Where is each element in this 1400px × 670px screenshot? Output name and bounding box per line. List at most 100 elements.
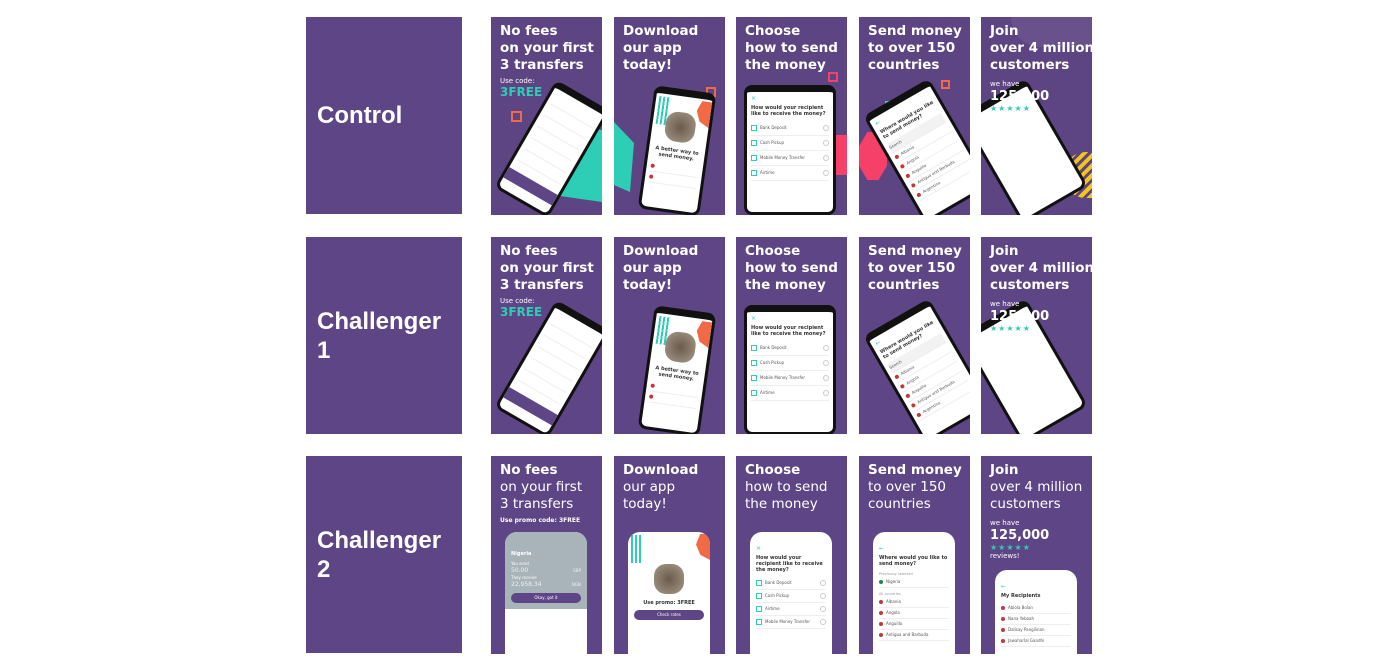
screenshot-card-send[interactable]: Send money to over 150 countries ← Where wou…: [859, 237, 970, 434]
screenshot-card-join[interactable]: Join over 4 million customers we have 125,00…: [981, 456, 1092, 654]
screenshot-card-download[interactable]: Download our app today! A better way to sen…: [614, 237, 725, 434]
close-icon[interactable]: ×: [756, 546, 826, 552]
country-item[interactable]: Albania: [879, 597, 949, 608]
back-arrow-icon[interactable]: ←: [879, 546, 949, 552]
country-item[interactable]: Antigua and Barbuda: [879, 630, 949, 641]
flag-icon: [1001, 617, 1005, 621]
country-item[interactable]: Anguilla: [879, 619, 949, 630]
item-label: Abiola Bolan: [1008, 605, 1033, 610]
screenshot-card-choose[interactable]: Choose how to send the money × How would you…: [736, 237, 847, 434]
country-item[interactable]: Nigeria: [879, 577, 949, 588]
delivery-option[interactable]: Bank Deposit: [756, 577, 826, 590]
screenshot-card-download[interactable]: Download our app today! A better way to sen…: [614, 17, 725, 215]
delivery-option[interactable]: Airtime: [751, 386, 829, 401]
item-label: Airtime: [760, 390, 775, 395]
orange-square-shape: [511, 111, 522, 122]
radio-button[interactable]: [823, 170, 829, 176]
radio-button[interactable]: [823, 360, 829, 366]
headline-line: our app: [623, 260, 682, 276]
send-currency: GBP: [572, 568, 581, 573]
screenshot-card-download[interactable]: Download our app today! Use promo: 3FREE Che…: [614, 456, 725, 654]
flag-icon: [894, 154, 900, 160]
screenshot-card-send[interactable]: Send money to over 150 countries ← Where wou…: [859, 17, 970, 215]
screenshot-card-fees[interactable]: No fees on your first 3 transfers Use code:…: [491, 17, 602, 215]
radio-button[interactable]: [823, 375, 829, 381]
phone-mockup: × How would your recipient like to receiv…: [744, 85, 836, 215]
screenshot-card-join[interactable]: Join over 4 million customers we have 125,00…: [981, 237, 1092, 434]
screenshot-card-join[interactable]: Join over 4 million customers we have 125,00…: [981, 17, 1092, 215]
recipient-item[interactable]: Dalisay Pangilinan: [1001, 625, 1071, 636]
delivery-option[interactable]: Mobile Money Transfer: [751, 151, 829, 166]
headline-line: on your first: [500, 260, 594, 276]
radio-button[interactable]: [820, 580, 826, 586]
delivery-option[interactable]: Cash Pickup: [751, 356, 829, 371]
card-headline: Join over 4 million customers: [990, 243, 1092, 294]
delivery-option[interactable]: Mobile Money Transfer: [756, 616, 826, 629]
okay-button[interactable]: Okay, got it: [511, 593, 581, 603]
option-icon: [751, 360, 757, 366]
recipient-item[interactable]: Nana Yeboah: [1001, 614, 1071, 625]
headline-line: No fees: [500, 462, 558, 478]
radio-button[interactable]: [823, 125, 829, 131]
flag-icon: [899, 383, 906, 390]
radio-button[interactable]: [823, 140, 829, 146]
headline-line: how to send: [745, 479, 828, 495]
radio-button[interactable]: [823, 155, 829, 161]
delivery-option[interactable]: Airtime: [756, 603, 826, 616]
screenshot-card-fees[interactable]: No fees on your first 3 transfers Use code:…: [491, 237, 602, 434]
option-icon: [751, 140, 757, 146]
card-headline: Download our app today!: [623, 243, 698, 294]
headline-line: on your first: [500, 40, 594, 56]
delivery-option[interactable]: Cash Pickup: [756, 590, 826, 603]
headline-line: Download: [623, 23, 699, 39]
country-name: Nigeria: [886, 579, 901, 584]
radio-button[interactable]: [823, 390, 829, 396]
radio-button[interactable]: [820, 619, 826, 625]
option-icon: [751, 170, 757, 176]
promo-block: Use code: 3FREE: [500, 77, 542, 99]
headline-line: Choose: [745, 23, 801, 39]
screenshot-card-choose[interactable]: Choose how to send the money × How would you…: [736, 17, 847, 215]
flag-icon: [905, 393, 911, 399]
headline-line: customers: [990, 277, 1070, 293]
headline-line: over 4 million: [990, 40, 1092, 56]
phone-mockup: [494, 299, 602, 434]
delivery-option[interactable]: Bank Deposit: [751, 341, 829, 356]
item-label: Mobile Money Transfer: [760, 155, 806, 160]
phone-mockup: Use promo: 3FREE Check rates: [628, 532, 710, 654]
item-label: Nana Yeboah: [1008, 616, 1035, 621]
phone-mockup: ← Where would you like to send money? Prev…: [873, 532, 955, 654]
delivery-option[interactable]: Mobile Money Transfer: [751, 371, 829, 386]
country-item[interactable]: Angola: [879, 608, 949, 619]
headline-line: the money: [745, 277, 826, 293]
screenshot-card-send[interactable]: Send money to over 150 countries ← Where wou…: [859, 456, 970, 654]
headline-line: Download: [623, 462, 699, 478]
option-icon: [756, 580, 762, 586]
delivery-option[interactable]: Bank Deposit: [751, 121, 829, 136]
headline-line: our app: [623, 479, 676, 495]
reviews-post: reviews!: [990, 113, 1020, 121]
recipient-item[interactable]: Jawaharlal Gandhi: [1001, 636, 1071, 647]
headline-line: 3 transfers: [500, 496, 574, 512]
recipient-item[interactable]: Abiola Bolan: [1001, 603, 1071, 614]
card-headline: No fees on your first 3 transfers: [500, 23, 594, 74]
radio-button[interactable]: [823, 345, 829, 351]
flag-icon: [899, 163, 906, 170]
radio-button[interactable]: [820, 606, 826, 612]
screenshot-card-fees[interactable]: No fees on your first 3 transfers Use promo…: [491, 456, 602, 654]
delivery-option[interactable]: Airtime: [751, 166, 829, 181]
exchange-panel: Nigeria You send 50.00 GBP They receive 22,95…: [505, 532, 587, 609]
close-icon[interactable]: ×: [751, 96, 829, 102]
delivery-option[interactable]: Cash Pickup: [751, 136, 829, 151]
back-arrow-icon[interactable]: ←: [1001, 584, 1071, 590]
screenshot-card-choose[interactable]: Choose how to send the money × How would you…: [736, 456, 847, 654]
radio-button[interactable]: [820, 593, 826, 599]
option-icon: [751, 375, 757, 381]
flag-icon: [879, 622, 883, 626]
reviews-pre: we have: [990, 80, 1020, 88]
option-icon: [751, 345, 757, 351]
phone-mockup: ← My Recipients Abiola Bolan Nana Yeboah Dal…: [995, 570, 1077, 654]
check-rates-button[interactable]: Check rates: [634, 610, 704, 620]
headline-line: on your first: [500, 479, 583, 495]
close-icon[interactable]: ×: [751, 316, 829, 322]
